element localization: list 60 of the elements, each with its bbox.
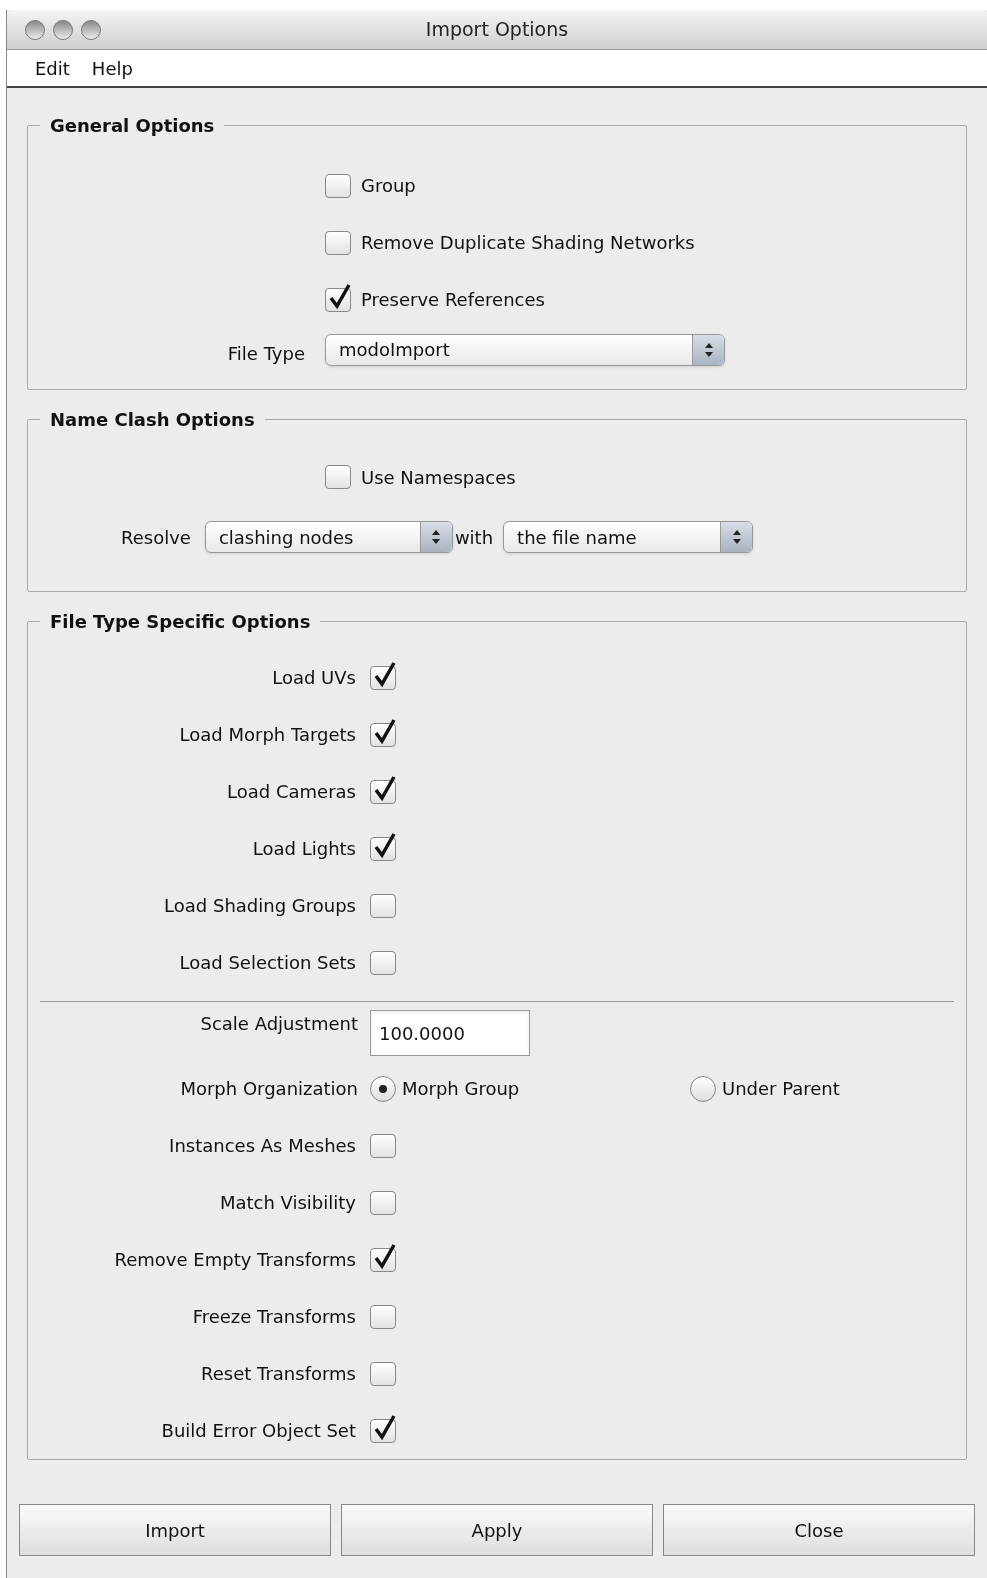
checkbox[interactable] [325,173,351,198]
checkbox[interactable] [370,1247,396,1272]
checkbox[interactable] [370,950,396,975]
radio-label: Under Parent [722,1077,840,1101]
checkbox-label: Remove Duplicate Shading Networks [361,231,695,255]
checkbox[interactable] [370,1418,396,1443]
group-title: Name Clash Options [49,408,256,432]
dialog-button[interactable]: Apply [341,1504,653,1556]
checkbox-label: Match Visibility [218,1191,357,1215]
checkbox[interactable] [370,665,396,690]
checkbox-label: Reset Transforms [200,1362,357,1386]
checkbox-label: Instances As Meshes [168,1134,357,1158]
radio-button[interactable] [370,1075,396,1102]
group-title: File Type Specific Options [49,610,312,634]
stepper-arrows-icon [431,529,442,545]
checkbox-label: Load Shading Groups [163,894,357,918]
field-label: File Type [226,342,305,366]
checkbox-label: Use Namespaces [361,465,516,490]
group-title: General Options [49,114,216,138]
checkbox[interactable] [370,1190,396,1215]
stepper-arrows-icon [731,529,742,545]
menu-item[interactable]: Edit [27,54,78,82]
menu-item[interactable]: Help [83,54,141,82]
checkbox[interactable] [370,1304,396,1329]
field-label: Resolve [121,525,191,550]
resolve-dropdown[interactable]: clashing nodes [204,521,453,553]
checkbox-label: Load Lights [251,837,357,861]
field-label: Scale Adjustment [199,1012,359,1036]
scale-adjustment-field[interactable]: 100.0000 [370,1010,530,1056]
checkbox-label: Build Error Object Set [160,1419,357,1443]
checkbox[interactable] [325,465,351,489]
checkbox[interactable] [370,1361,396,1386]
checkbox[interactable] [325,230,351,255]
checkbox-label: Preserve References [361,288,545,312]
radio-button[interactable] [690,1075,716,1102]
checkbox[interactable] [370,722,396,747]
checkbox[interactable] [370,893,396,918]
checkbox-label: Load Morph Targets [178,723,357,747]
stepper-arrows-icon [703,341,714,358]
checkbox-label: Load Cameras [226,780,357,804]
checkbox-label: Freeze Transforms [191,1305,357,1329]
checkbox-label: Remove Empty Transforms [113,1248,357,1272]
checkbox[interactable] [370,779,396,804]
file-type-dropdown[interactable]: modoImport [325,333,725,366]
window-control-icon[interactable] [81,20,101,40]
radio-label: Morph Group [402,1077,520,1101]
with-dropdown[interactable]: the file name [503,521,754,553]
window-control-icon[interactable] [25,20,45,40]
checkbox[interactable] [370,1133,396,1158]
checkbox-label: Group [361,174,416,198]
field-label: Morph Organization [179,1077,359,1101]
dialog-button[interactable]: Import [19,1504,331,1556]
field-label: with [454,525,494,550]
checkbox-label: Load Selection Sets [178,951,357,975]
checkbox[interactable] [370,836,396,861]
checkbox[interactable] [325,287,351,312]
dialog-button[interactable]: Close [663,1504,975,1556]
checkbox-label: Load UVs [271,666,357,690]
window-control-icon[interactable] [53,20,73,40]
window-title: Import Options [425,17,569,43]
